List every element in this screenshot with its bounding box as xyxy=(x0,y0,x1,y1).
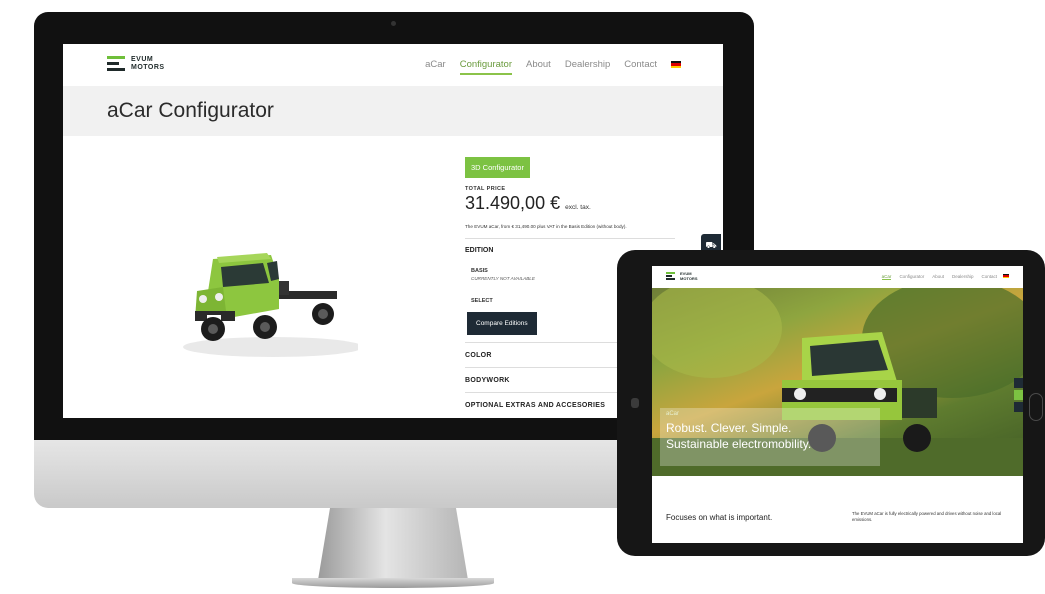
nav-links: aCar Configurator About Dealership Conta… xyxy=(881,274,997,280)
nav-configurator[interactable]: Configurator xyxy=(899,274,924,280)
nav-contact[interactable]: Contact xyxy=(981,274,997,280)
ipad-camera xyxy=(631,398,639,408)
logo-line2: MOTORS xyxy=(680,276,698,281)
ipad-home-button xyxy=(1029,393,1043,421)
section-title: Focuses on what is important. xyxy=(666,513,773,522)
page-title: aCar Configurator xyxy=(107,99,274,122)
nav-dealership[interactable]: Dealership xyxy=(952,274,974,280)
nav-links: aCar Configurator About Dealership Conta… xyxy=(425,59,681,75)
total-price: 31.490,00 € excl. tax. xyxy=(465,193,675,214)
3d-configurator-button[interactable]: 3D Configurator xyxy=(465,157,530,178)
evum-logo[interactable]: EVUM MOTORS xyxy=(107,54,177,76)
logo-line2: MOTORS xyxy=(131,64,165,71)
nav-about[interactable]: About xyxy=(526,59,551,75)
nav-dealership[interactable]: Dealership xyxy=(565,59,610,75)
divider xyxy=(465,238,675,239)
logo-text: EVUM MOTORS xyxy=(680,271,702,281)
imac-foot xyxy=(292,578,494,588)
nav-configurator[interactable]: Configurator xyxy=(459,59,512,75)
price-value: 31.490,00 € xyxy=(465,193,561,213)
device-mockup-scene: EVUM MOTORS aCar Configurator About Deal… xyxy=(0,0,1045,594)
desktop-navbar: EVUM MOTORS aCar Configurator About Deal… xyxy=(63,44,723,86)
imac-stand xyxy=(318,508,468,580)
hero-headline: Robust. Clever. Simple. xyxy=(666,421,792,435)
truck-icon[interactable] xyxy=(1014,378,1023,388)
section-text: The EVUM aCar is fully electrically powe… xyxy=(852,511,1002,522)
settings-icon[interactable] xyxy=(1014,390,1023,400)
evum-logo-mark-icon[interactable] xyxy=(666,272,675,281)
hero-subheadline: Sustainable electromobility. xyxy=(666,437,812,451)
total-price-label: TOTAL PRICE xyxy=(465,186,506,192)
camera xyxy=(391,21,396,26)
hero-image: aCar Robust. Clever. Simple. Sustainable… xyxy=(652,288,1023,476)
logo-text: EVUM MOTORS xyxy=(131,56,171,72)
german-flag-icon[interactable] xyxy=(671,61,681,68)
acar-vehicle-image xyxy=(183,253,358,357)
nav-acar[interactable]: aCar xyxy=(881,274,892,280)
hero-eyebrow: aCar xyxy=(666,411,680,417)
nav-acar[interactable]: aCar xyxy=(425,59,446,75)
german-flag-icon[interactable] xyxy=(1003,274,1009,278)
evum-logo-mark-icon xyxy=(107,56,125,72)
compare-editions-button[interactable]: Compare Editions xyxy=(467,312,537,335)
price-suffix: excl. tax. xyxy=(565,204,591,211)
nav-contact[interactable]: Contact xyxy=(624,59,657,75)
mail-icon[interactable] xyxy=(1014,402,1023,412)
nav-about[interactable]: About xyxy=(932,274,944,280)
tablet-navbar: EVUM MOTORS aCar Configurator About Deal… xyxy=(652,266,1023,288)
page-header: aCar Configurator xyxy=(63,86,723,136)
price-note: The EVUM aCar, from € 31,490.00 plus VAT… xyxy=(465,224,627,229)
tablet-screen: EVUM MOTORS aCar Configurator About Deal… xyxy=(652,266,1023,543)
logo-line1: EVUM xyxy=(131,56,154,63)
